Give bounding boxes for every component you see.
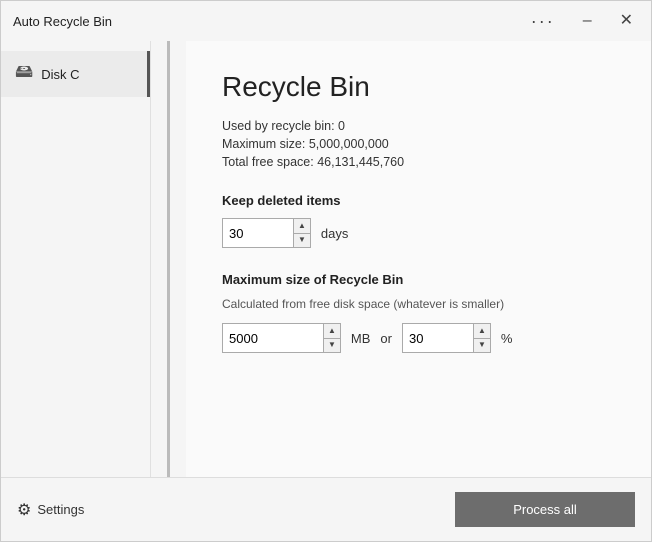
percent-spinner-buttons: ▲ ▼ [473,324,490,352]
content-area: 🖴 Disk C Recycle Bin Used by recycle bin… [1,41,651,477]
app-title: Auto Recycle Bin [13,14,112,29]
max-size-section-header: Maximum size of Recycle Bin [222,272,615,287]
close-button[interactable]: ✕ [614,11,639,31]
mb-spinner-buttons: ▲ ▼ [323,324,340,352]
mb-decrement[interactable]: ▼ [324,339,340,353]
mb-increment[interactable]: ▲ [324,324,340,339]
percent-increment[interactable]: ▲ [474,324,490,339]
footer: ⚙ Settings Process all [1,477,651,541]
percent-input[interactable] [403,324,473,352]
keep-days-row: ▲ ▼ days [222,218,615,248]
max-size-description: Calculated from free disk space (whateve… [222,297,615,311]
settings-link[interactable]: ⚙ Settings [17,500,84,520]
panel-title: Recycle Bin [222,71,615,103]
max-size-row: ▲ ▼ MB or ▲ ▼ % [222,323,615,353]
title-bar-controls: ··· – ✕ [525,9,639,34]
sidebar-item-label: Disk C [41,67,79,82]
mb-spinner: ▲ ▼ [222,323,341,353]
sidebar-item-disk-c[interactable]: 🖴 Disk C [1,51,150,97]
title-bar: Auto Recycle Bin ··· – ✕ [1,1,651,41]
more-options-button[interactable]: ··· [525,9,561,34]
sidebar-divider [167,41,170,477]
keep-days-decrement[interactable]: ▼ [294,234,310,248]
keep-days-unit: days [321,226,348,241]
main-panel: Recycle Bin Used by recycle bin: 0 Maxim… [186,41,651,477]
keep-days-increment[interactable]: ▲ [294,219,310,234]
info-free-space: Total free space: 46,131,445,760 [222,155,615,169]
sidebar: 🖴 Disk C [1,41,151,477]
settings-gear-icon: ⚙ [17,500,31,520]
percent-unit: % [501,331,513,346]
info-max-size: Maximum size: 5,000,000,000 [222,137,615,151]
keep-days-spinner: ▲ ▼ [222,218,311,248]
minimize-button[interactable]: – [577,11,598,31]
keep-days-input[interactable] [223,219,293,247]
info-used: Used by recycle bin: 0 [222,119,615,133]
mb-unit: MB [351,331,371,346]
percent-decrement[interactable]: ▼ [474,339,490,353]
percent-spinner: ▲ ▼ [402,323,491,353]
keep-section-header: Keep deleted items [222,193,615,208]
process-all-button[interactable]: Process all [455,492,635,527]
mb-input[interactable] [223,324,323,352]
keep-days-spinner-buttons: ▲ ▼ [293,219,310,247]
settings-label: Settings [37,502,84,517]
app-window: Auto Recycle Bin ··· – ✕ 🖴 Disk C Recycl… [0,0,652,542]
title-bar-left: Auto Recycle Bin [13,14,112,29]
disk-icon: 🖴 [15,59,33,89]
or-label: or [380,331,392,346]
